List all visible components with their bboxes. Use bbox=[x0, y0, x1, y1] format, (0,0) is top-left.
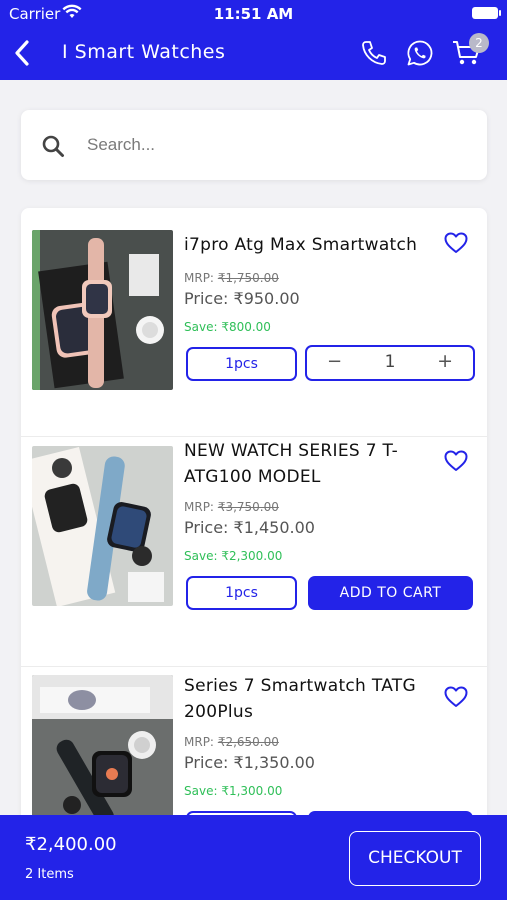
product-name[interactable]: Series 7 Smartwatch TATG 200Plus bbox=[184, 673, 434, 725]
whatsapp-icon[interactable] bbox=[406, 39, 434, 67]
product-name[interactable]: NEW WATCH SERIES 7 T-ATG100 MODEL bbox=[184, 438, 434, 490]
status-bar: Carrier 11:51 AM bbox=[0, 0, 507, 28]
mrp-label: MRP: bbox=[184, 271, 214, 285]
heart-icon[interactable] bbox=[444, 450, 468, 472]
search-icon bbox=[42, 135, 64, 157]
cart-total: ₹2,400.00 bbox=[25, 834, 117, 855]
add-to-cart-button[interactable]: ADD TO CART bbox=[308, 576, 473, 610]
mrp-line: MRP: ₹1,750.00 bbox=[184, 271, 279, 285]
product-image bbox=[32, 675, 173, 828]
mrp-value: ₹2,650.00 bbox=[217, 735, 279, 749]
unit-selector[interactable]: 1pcs bbox=[186, 576, 297, 610]
unit-selector[interactable]: 1pcs bbox=[186, 347, 297, 381]
product-list: i7pro Atg Max Smartwatch MRP: ₹1,750.00 … bbox=[21, 208, 487, 828]
product-image bbox=[32, 230, 173, 390]
product-card[interactable]: NEW WATCH SERIES 7 T-ATG100 MODEL MRP: ₹… bbox=[21, 438, 487, 667]
mrp-line: MRP: ₹2,650.00 bbox=[184, 735, 279, 749]
mrp-line: MRP: ₹3,750.00 bbox=[184, 500, 279, 514]
search-input[interactable] bbox=[87, 131, 467, 159]
mrp-value: ₹1,750.00 bbox=[217, 271, 279, 285]
price: Price: ₹1,450.00 bbox=[184, 518, 315, 537]
mrp-label: MRP: bbox=[184, 500, 214, 514]
mrp-label: MRP: bbox=[184, 735, 214, 749]
app-header: I Smart Watches 2 bbox=[0, 28, 507, 80]
save-amount: Save: ₹1,300.00 bbox=[184, 784, 283, 798]
item-count: 2 Items bbox=[25, 867, 74, 882]
cart-count-badge: 2 bbox=[469, 33, 489, 53]
heart-icon[interactable] bbox=[444, 232, 468, 254]
save-amount: Save: ₹800.00 bbox=[184, 320, 271, 334]
increase-button[interactable]: + bbox=[437, 350, 453, 372]
product-image bbox=[32, 446, 173, 606]
checkout-button[interactable]: CHECKOUT bbox=[349, 831, 481, 886]
product-card[interactable]: i7pro Atg Max Smartwatch MRP: ₹1,750.00 … bbox=[21, 208, 487, 437]
price: Price: ₹950.00 bbox=[184, 289, 300, 308]
product-name[interactable]: i7pro Atg Max Smartwatch bbox=[184, 232, 434, 258]
checkout-bar: ₹2,400.00 2 Items CHECKOUT bbox=[0, 815, 507, 900]
heart-icon[interactable] bbox=[444, 686, 468, 708]
phone-icon[interactable] bbox=[360, 39, 388, 67]
status-time: 11:51 AM bbox=[213, 5, 294, 23]
mrp-value: ₹3,750.00 bbox=[217, 500, 279, 514]
page-title: I Smart Watches bbox=[62, 41, 226, 63]
product-card[interactable]: Series 7 Smartwatch TATG 200Plus MRP: ₹2… bbox=[21, 668, 487, 828]
quantity-stepper: − 1 + bbox=[305, 345, 475, 381]
save-amount: Save: ₹2,300.00 bbox=[184, 549, 283, 563]
price: Price: ₹1,350.00 bbox=[184, 753, 315, 772]
battery-icon bbox=[472, 7, 501, 19]
search-box bbox=[21, 110, 487, 180]
back-arrow-icon[interactable] bbox=[10, 38, 34, 68]
